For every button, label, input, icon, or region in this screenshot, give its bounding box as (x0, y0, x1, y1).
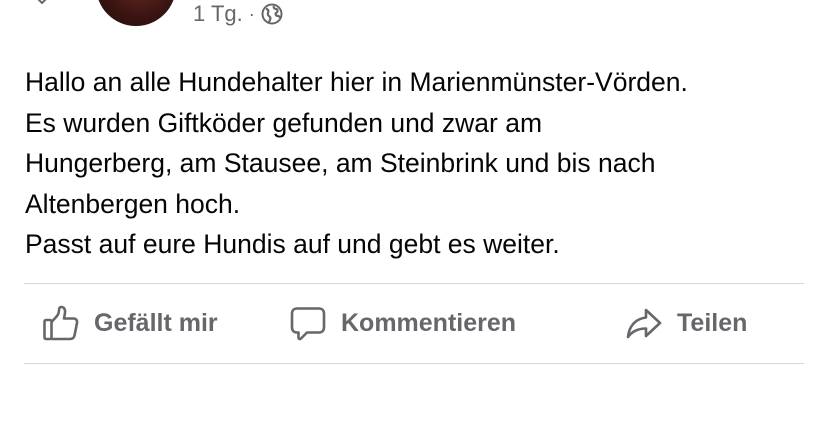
post-text-line: Altenbergen hoch. (25, 188, 241, 219)
post-text: Hallo an alle Hundehalter hier in Marien… (25, 62, 815, 265)
avatar[interactable] (96, 0, 176, 26)
like-button[interactable]: Gefällt mir (42, 284, 218, 363)
actions-bottom-divider (24, 363, 804, 364)
post-actions-bar: Gefällt mir Kommentieren Teilen (24, 284, 804, 363)
post-text-line: Hungerberg, am Stausee, am Steinbrink un… (25, 148, 656, 178)
meta-separator: · (248, 3, 255, 24)
comment-icon (289, 305, 327, 343)
post-meta: 1 Tg. · (193, 0, 283, 28)
post-text-line: Passt auf eure Hundis auf und gebt es we… (25, 229, 560, 259)
share-button[interactable]: Teilen (625, 284, 747, 363)
globe-icon (261, 3, 283, 25)
post-text-line: Es wurden Giftköder gefunden und zwar am (25, 107, 543, 138)
back-chevron-icon[interactable] (36, 0, 48, 5)
share-arrow-icon (625, 305, 663, 343)
comment-button[interactable]: Kommentieren (289, 284, 516, 363)
thumbs-up-icon (42, 305, 80, 343)
post-card: 1 Tg. · Hallo an alle Hundehalter hier i… (0, 0, 828, 427)
like-label: Gefällt mir (94, 309, 218, 337)
post-text-line: Hallo an alle Hundehalter hier in Marien… (25, 67, 688, 97)
comment-label: Kommentieren (341, 309, 517, 337)
post-header: 1 Tg. · (0, 0, 828, 40)
share-label: Teilen (677, 309, 748, 337)
post-timestamp[interactable]: 1 Tg. (193, 1, 243, 27)
